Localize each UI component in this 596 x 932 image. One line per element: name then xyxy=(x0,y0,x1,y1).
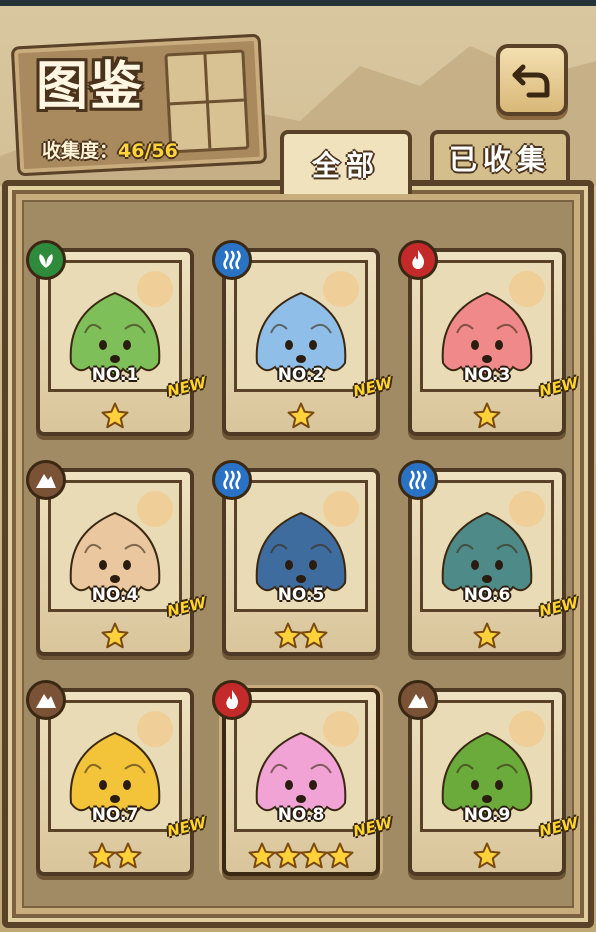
mountain-icon xyxy=(26,680,66,720)
monster-portrait: NO.8 xyxy=(234,700,368,832)
mountain-icon xyxy=(26,460,66,500)
page-title: 图鉴 xyxy=(36,57,145,117)
monster-portrait: NO.7 xyxy=(48,700,182,832)
card-number: NO.6 xyxy=(463,585,511,605)
steam-icon xyxy=(212,460,252,500)
star-icon xyxy=(472,841,502,871)
return-arrow-icon xyxy=(512,64,550,98)
monster-card-8[interactable]: NO.8 NEW xyxy=(212,680,394,876)
star-icon xyxy=(286,401,316,431)
star-rating xyxy=(226,840,376,872)
leaf-icon xyxy=(26,240,66,280)
monster-portrait: NO.6 xyxy=(420,480,554,612)
star-rating xyxy=(226,400,376,432)
monster-card-2[interactable]: NO.2 NEW xyxy=(212,240,394,436)
mountain-icon xyxy=(398,680,438,720)
monster-card-3[interactable]: NO.3 NEW xyxy=(398,240,580,436)
card-number: NO.1 xyxy=(91,365,139,385)
star-rating xyxy=(412,620,562,652)
collection-progress: 收集度：46/56 xyxy=(42,136,178,163)
card-number: NO.4 xyxy=(91,585,139,605)
monster-portrait: NO.2 xyxy=(234,260,368,392)
star-rating xyxy=(226,620,376,652)
collection-label: 收集度： xyxy=(42,140,119,162)
monster-portrait: NO.3 xyxy=(420,260,554,392)
star-rating xyxy=(40,840,190,872)
monster-card-9[interactable]: NO.9 NEW xyxy=(398,680,580,876)
collection-value: 46/56 xyxy=(118,140,178,162)
card-number: NO.8 xyxy=(277,805,325,825)
monster-card-1[interactable]: NO.1 NEW xyxy=(26,240,208,436)
star-rating xyxy=(412,400,562,432)
monster-card-6[interactable]: NO.6 NEW xyxy=(398,460,580,656)
monster-portrait: NO.5 xyxy=(234,480,368,612)
monster-portrait: NO.9 xyxy=(420,700,554,832)
monster-card-7[interactable]: NO.7 NEW xyxy=(26,680,208,876)
star-icon xyxy=(472,621,502,651)
star-rating xyxy=(412,840,562,872)
star-rating xyxy=(40,400,190,432)
star-rating xyxy=(40,620,190,652)
tab-collected[interactable]: 已收集 xyxy=(430,130,570,182)
back-button[interactable] xyxy=(496,44,568,116)
monster-card-4[interactable]: NO.4 NEW xyxy=(26,460,208,656)
star-icon xyxy=(100,401,130,431)
steam-icon xyxy=(212,240,252,280)
tab-all[interactable]: 全部 xyxy=(280,130,412,194)
card-number: NO.9 xyxy=(463,805,511,825)
star-icon xyxy=(299,621,329,651)
card-number: NO.7 xyxy=(91,805,139,825)
card-number: NO.2 xyxy=(277,365,325,385)
steam-icon xyxy=(398,460,438,500)
monster-card-5[interactable]: NO.5 xyxy=(212,460,380,656)
star-icon xyxy=(325,841,355,871)
star-icon xyxy=(113,841,143,871)
star-icon xyxy=(472,401,502,431)
flame-icon xyxy=(398,240,438,280)
monster-portrait: NO.1 xyxy=(48,260,182,392)
card-number: NO.3 xyxy=(463,365,511,385)
card-number: NO.5 xyxy=(277,585,325,605)
star-icon xyxy=(100,621,130,651)
flame-icon xyxy=(212,680,252,720)
monster-portrait: NO.4 xyxy=(48,480,182,612)
